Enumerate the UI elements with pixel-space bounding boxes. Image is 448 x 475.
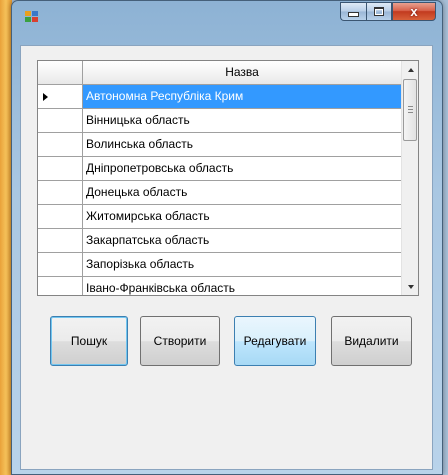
table-row[interactable]: Донецька область: [38, 181, 402, 205]
app-icon[interactable]: [25, 11, 39, 23]
minimize-icon: [348, 12, 359, 17]
row-header[interactable]: [38, 85, 83, 109]
grip-line: [408, 109, 413, 110]
table-row[interactable]: Волинська область: [38, 133, 402, 157]
vertical-scrollbar[interactable]: [401, 61, 418, 295]
edit-button[interactable]: Редагувати: [234, 316, 316, 366]
table-row[interactable]: Житомирська область: [38, 205, 402, 229]
title-bar[interactable]: x: [12, 1, 442, 45]
grip-line: [408, 106, 413, 107]
row-header[interactable]: [38, 133, 83, 157]
grid-header-row: Назва: [38, 61, 402, 85]
scroll-up-button[interactable]: [402, 61, 418, 78]
table-cell[interactable]: Івано-Франківська область: [83, 277, 402, 295]
table-cell[interactable]: Дніпропетровська область: [83, 157, 402, 181]
row-header[interactable]: [38, 109, 83, 133]
table-cell[interactable]: Вінницька область: [83, 109, 402, 133]
table-cell[interactable]: Житомирська область: [83, 205, 402, 229]
row-header[interactable]: [38, 229, 83, 253]
caption-buttons: x: [340, 2, 436, 22]
minimize-button[interactable]: [340, 2, 366, 21]
grid-rows: Назва Автономна Республіка Крим Вінницьк…: [38, 61, 402, 295]
table-row[interactable]: Закарпатська область: [38, 229, 402, 253]
row-header[interactable]: [38, 157, 83, 181]
table-cell[interactable]: Волинська область: [83, 133, 402, 157]
row-header[interactable]: [38, 181, 83, 205]
close-button[interactable]: x: [392, 2, 436, 21]
table-cell[interactable]: Автономна Республіка Крим: [83, 85, 402, 109]
table-cell[interactable]: Запорізька область: [83, 253, 402, 277]
maximize-button[interactable]: [366, 2, 392, 21]
row-header[interactable]: [38, 253, 83, 277]
table-cell[interactable]: Закарпатська область: [83, 229, 402, 253]
current-row-arrow-icon: [43, 93, 48, 101]
scroll-down-button[interactable]: [402, 278, 418, 295]
delete-button[interactable]: Видалити: [331, 316, 412, 366]
table-row[interactable]: Автономна Республіка Крим: [38, 85, 402, 109]
table-row[interactable]: Вінницька область: [38, 109, 402, 133]
table-row[interactable]: Івано-Франківська область: [38, 277, 402, 295]
scroll-thumb[interactable]: [403, 79, 417, 141]
row-header[interactable]: [38, 205, 83, 229]
column-header-name[interactable]: Назва: [83, 61, 402, 85]
grip-line: [408, 112, 413, 113]
table-cell[interactable]: Донецька область: [83, 181, 402, 205]
regions-data-grid[interactable]: Назва Автономна Республіка Крим Вінницьк…: [37, 60, 419, 296]
grid-corner-header[interactable]: [38, 61, 83, 85]
search-button[interactable]: Пошук: [50, 316, 128, 366]
maximize-icon: [374, 7, 384, 16]
create-button[interactable]: Створити: [140, 316, 220, 366]
arrow-up-icon: [407, 67, 414, 72]
row-header[interactable]: [38, 277, 83, 295]
arrow-down-icon: [407, 284, 414, 289]
table-row[interactable]: Запорізька область: [38, 253, 402, 277]
app-window: x Назва Автономна Республіка Крим Вінниц…: [11, 0, 443, 475]
form-client-area: Назва Автономна Республіка Крим Вінницьк…: [20, 45, 433, 470]
close-icon: x: [410, 4, 418, 19]
table-row[interactable]: Дніпропетровська область: [38, 157, 402, 181]
